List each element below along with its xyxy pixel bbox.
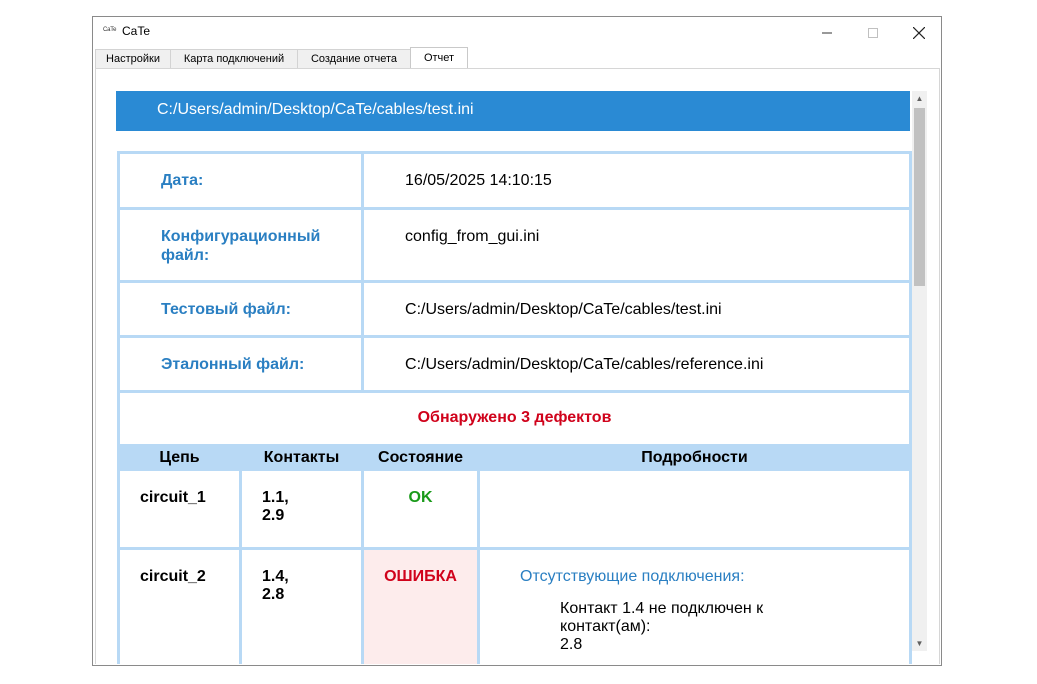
minimize-icon	[822, 32, 832, 33]
info-row-date: Дата: 16/05/2025 14:10:15	[116, 151, 913, 210]
report-path-header: C:/Users/admin/Desktop/CaTe/cables/test.…	[116, 91, 910, 131]
window-title: CaTe	[122, 24, 151, 38]
tab-report[interactable]: Отчет	[410, 47, 468, 68]
column-header: Состояние	[361, 444, 481, 471]
table-row: circuit_1 1.1, 2.9 OK	[117, 468, 913, 550]
minimize-button[interactable]	[804, 17, 850, 48]
status-badge: ОШИБКА	[361, 547, 481, 664]
report-table: Дата: 16/05/2025 14:10:15 Конфигурационн…	[116, 151, 913, 664]
details-cell	[477, 468, 913, 550]
maximize-icon	[868, 27, 878, 38]
tab-create-report[interactable]: Создание отчета	[297, 49, 411, 68]
info-row-test-file: Тестовый файл: C:/Users/admin/Desktop/Ca…	[116, 280, 913, 338]
column-header: Контакты	[238, 444, 365, 471]
app-window: CaTe CaTe Настройки Карта подключений Со…	[92, 16, 942, 666]
title-bar[interactable]: CaTe CaTe	[93, 17, 941, 48]
scroll-down-arrow-icon[interactable]: ▼	[912, 636, 927, 651]
defects-row: Обнаружено 3 дефектов	[116, 390, 913, 446]
circuit-name: circuit_2	[117, 547, 242, 664]
info-label: Тестовый файл:	[116, 280, 365, 338]
report-panel: C:/Users/admin/Desktop/CaTe/cables/test.…	[95, 68, 940, 664]
info-value: config_from_gui.ini	[361, 207, 913, 283]
app-icon: CaTe	[103, 27, 117, 33]
close-button[interactable]	[896, 17, 942, 48]
report-path: C:/Users/admin/Desktop/CaTe/cables/test.…	[157, 101, 474, 118]
maximize-button[interactable]	[850, 17, 896, 48]
status-badge: OK	[361, 468, 481, 550]
info-row-config: Конфигурационный файл: config_from_gui.i…	[116, 207, 913, 283]
info-value: 16/05/2025 14:10:15	[361, 151, 913, 210]
info-row-reference-file: Эталонный файл: C:/Users/admin/Desktop/C…	[116, 335, 913, 393]
scroll-up-arrow-icon[interactable]: ▲	[912, 91, 927, 106]
tab-settings[interactable]: Настройки	[95, 49, 171, 68]
tab-bar: Настройки Карта подключений Создание отч…	[95, 47, 468, 69]
missing-connections-detail: Контакт 1.4 не подключен к контакт(ам): …	[560, 600, 764, 653]
column-header: Подробности	[477, 444, 913, 471]
info-label: Эталонный файл:	[116, 335, 365, 393]
vertical-scrollbar[interactable]: ▲ ▼	[912, 91, 927, 651]
table-row: circuit_2 1.4, 2.8 ОШИБКА Отсутствующие …	[117, 547, 913, 664]
info-label: Дата:	[116, 151, 365, 210]
info-value: C:/Users/admin/Desktop/CaTe/cables/refer…	[361, 335, 913, 393]
scroll-thumb[interactable]	[914, 108, 925, 286]
column-header: Цепь	[117, 444, 242, 471]
missing-connections-title: Отсутствующие подключения:	[520, 568, 745, 585]
info-label: Конфигурационный файл:	[116, 207, 365, 283]
details-cell: Отсутствующие подключения: Контакт 1.4 н…	[477, 547, 913, 664]
defects-count: Обнаружено 3 дефектов	[116, 390, 913, 446]
tab-connection-map[interactable]: Карта подключений	[170, 49, 298, 68]
column-header-row: Цепь Контакты Состояние Подробности	[117, 444, 913, 471]
contacts: 1.4, 2.8	[238, 547, 365, 664]
close-icon	[913, 26, 925, 39]
contacts: 1.1, 2.9	[238, 468, 365, 550]
circuit-name: circuit_1	[117, 468, 242, 550]
info-value: C:/Users/admin/Desktop/CaTe/cables/test.…	[361, 280, 913, 338]
